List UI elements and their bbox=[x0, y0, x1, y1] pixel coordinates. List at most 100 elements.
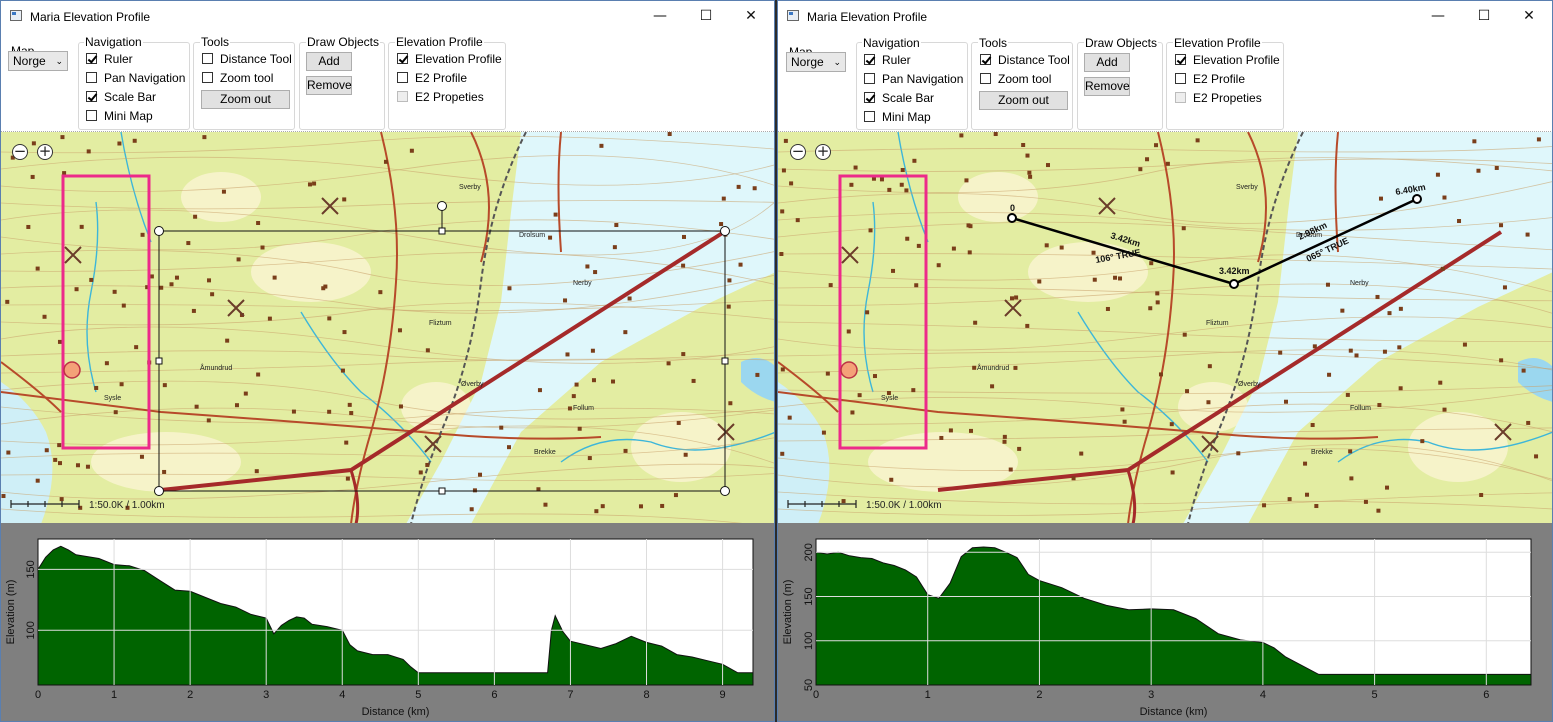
edge-handle bbox=[438, 487, 446, 495]
building-marker bbox=[117, 141, 122, 146]
add-button[interactable]: Add bbox=[1084, 53, 1130, 72]
building-marker bbox=[35, 478, 40, 483]
building-marker bbox=[139, 454, 144, 459]
toolbar: Map Norge⌄ Navigation Ruler Pan Navigati… bbox=[1, 32, 774, 131]
building-marker bbox=[681, 263, 686, 268]
pan-navigation-label: Pan Navigation bbox=[882, 72, 964, 86]
place-name-label: Fliztum bbox=[1206, 320, 1229, 327]
building-marker bbox=[119, 382, 124, 387]
building-marker bbox=[841, 499, 846, 504]
place-name-label: Follum bbox=[573, 405, 594, 412]
building-marker bbox=[1494, 165, 1499, 170]
building-marker bbox=[1303, 461, 1308, 466]
close-button[interactable]: ✕ bbox=[1506, 3, 1552, 29]
building-marker bbox=[1185, 389, 1190, 394]
building-marker bbox=[850, 410, 855, 415]
building-marker bbox=[42, 314, 47, 319]
zoom-out-map-button[interactable]: − bbox=[790, 144, 806, 160]
corner-handle bbox=[720, 486, 730, 496]
minimize-button[interactable]: — bbox=[637, 3, 683, 29]
building-marker bbox=[738, 262, 743, 267]
building-marker bbox=[599, 143, 604, 148]
building-marker bbox=[916, 243, 921, 248]
building-marker bbox=[1122, 419, 1127, 424]
building-marker bbox=[1462, 342, 1467, 347]
checkbox-icon bbox=[864, 111, 875, 122]
building-marker bbox=[719, 222, 724, 227]
place-name-label: Sverby bbox=[459, 184, 481, 191]
x-axis-title: Distance (km) bbox=[362, 706, 430, 718]
checkbox-icon bbox=[86, 91, 97, 102]
building-marker bbox=[132, 138, 137, 143]
building-marker bbox=[1046, 163, 1051, 168]
building-marker bbox=[210, 292, 215, 297]
building-marker bbox=[1525, 232, 1530, 237]
building-marker bbox=[469, 507, 474, 512]
map-canvas[interactable]: SysleÅmundrudFliztumØverbyDrolsumSverbyN… bbox=[1, 132, 775, 524]
building-marker bbox=[349, 411, 354, 416]
building-marker bbox=[1027, 170, 1032, 175]
corner-handle bbox=[154, 486, 164, 496]
building-marker bbox=[899, 182, 904, 187]
x-tick-label: 2 bbox=[187, 689, 193, 701]
building-marker bbox=[202, 135, 207, 140]
building-marker bbox=[1017, 446, 1022, 451]
building-marker bbox=[594, 509, 599, 514]
map-view[interactable]: Sysle Åmundrud Fliztum Øverby Drolsum Sverby N… bbox=[1, 131, 775, 524]
close-button[interactable]: ✕ bbox=[728, 3, 774, 29]
zoom-in-map-button[interactable]: + bbox=[37, 144, 53, 160]
maximize-button[interactable]: ☐ bbox=[1461, 3, 1507, 29]
building-marker bbox=[59, 497, 64, 502]
building-marker bbox=[727, 278, 732, 283]
checkbox-icon bbox=[397, 91, 408, 102]
building-marker bbox=[567, 406, 572, 411]
building-marker bbox=[849, 182, 854, 187]
maximize-button[interactable]: ☐ bbox=[683, 3, 729, 29]
place-name-label: Øverby bbox=[1238, 381, 1261, 388]
building-marker bbox=[1398, 306, 1403, 311]
building-marker bbox=[254, 469, 259, 474]
building-marker bbox=[86, 149, 91, 154]
zoom-tool-label: Zoom tool bbox=[998, 72, 1052, 86]
x-tick-label: 3 bbox=[263, 689, 269, 701]
building-marker bbox=[1154, 143, 1159, 148]
chevron-down-icon: ⌄ bbox=[55, 56, 63, 66]
map-view[interactable]: Sysle Åmundrud Fliztum Øverby Drolsum Sverby N… bbox=[778, 131, 1553, 524]
zoom-out-button[interactable]: Zoom out bbox=[201, 90, 290, 109]
building-marker bbox=[951, 246, 956, 251]
x-tick-label: 4 bbox=[339, 689, 345, 701]
building-marker bbox=[1025, 153, 1030, 158]
map-canvas[interactable]: SysleÅmundrudFliztumØverbyDrolsumSverbyN… bbox=[778, 132, 1553, 524]
building-marker bbox=[721, 196, 726, 201]
add-button[interactable]: Add bbox=[306, 52, 352, 71]
remove-button[interactable]: Remove bbox=[1084, 77, 1130, 96]
checkbox-icon bbox=[980, 73, 991, 84]
building-marker bbox=[660, 503, 665, 508]
zoom-in-map-button[interactable]: + bbox=[815, 144, 831, 160]
building-marker bbox=[1071, 476, 1076, 481]
building-marker bbox=[1021, 143, 1026, 148]
map-select[interactable]: Norge ⌄ bbox=[8, 51, 68, 71]
app-window-right: Maria Elevation Profile — ☐ ✕ Map Norge⌄… bbox=[777, 0, 1553, 722]
building-marker bbox=[623, 448, 628, 453]
building-marker bbox=[74, 287, 79, 292]
building-marker bbox=[31, 141, 36, 146]
zoom-out-map-button[interactable]: − bbox=[12, 144, 28, 160]
y-axis-title: Elevation (m) bbox=[782, 580, 794, 645]
building-marker bbox=[1354, 353, 1359, 358]
building-marker bbox=[1382, 349, 1387, 354]
building-marker bbox=[728, 401, 733, 406]
building-marker bbox=[272, 275, 277, 280]
y-tick-label: 100 bbox=[803, 632, 815, 650]
building-marker bbox=[683, 452, 688, 457]
map-select[interactable]: Norge ⌄ bbox=[786, 52, 846, 72]
building-marker bbox=[591, 378, 596, 383]
zoom-out-button[interactable]: Zoom out bbox=[979, 91, 1068, 110]
building-marker bbox=[781, 168, 786, 173]
remove-button[interactable]: Remove bbox=[306, 76, 352, 95]
minimize-button[interactable]: — bbox=[1415, 3, 1461, 29]
building-marker bbox=[1207, 364, 1212, 369]
elevation-profile-group-label: Elevation Profile bbox=[395, 35, 484, 49]
y-tick-label: 150 bbox=[25, 560, 37, 578]
building-marker bbox=[44, 448, 49, 453]
